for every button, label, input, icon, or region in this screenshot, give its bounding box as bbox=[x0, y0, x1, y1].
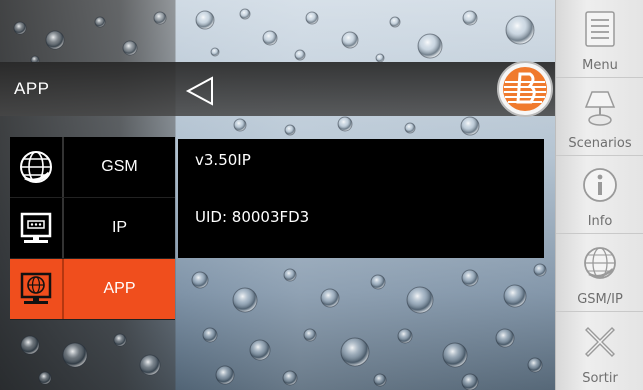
header-bar bbox=[0, 62, 555, 116]
monitor-icon bbox=[20, 212, 52, 243]
info-icon bbox=[583, 168, 617, 202]
lamp-icon bbox=[584, 91, 616, 126]
back-arrow-icon bbox=[185, 76, 213, 106]
sidebar-label: Menu bbox=[582, 58, 618, 73]
menu-item-label: APP bbox=[103, 280, 136, 297]
sidebar-button-info[interactable]: Info bbox=[556, 156, 643, 234]
sidebar-button-scenarios[interactable]: Scenarios bbox=[556, 78, 643, 156]
sidebar-button-menu[interactable]: Menu bbox=[556, 0, 643, 78]
close-x-icon bbox=[585, 326, 615, 357]
uid-text: UID: 80003FD3 bbox=[195, 208, 310, 226]
globe-icon bbox=[20, 151, 52, 183]
brand-logo bbox=[496, 60, 554, 118]
sidebar-button-sortir[interactable]: Sortir bbox=[556, 312, 643, 390]
back-button[interactable] bbox=[180, 72, 220, 110]
menu-item-label: GSM bbox=[101, 158, 138, 175]
sidebar-label: Scenarios bbox=[568, 136, 632, 151]
menu-item-app[interactable]: APP bbox=[10, 259, 175, 320]
version-text: v3.50IP bbox=[195, 151, 251, 169]
menu-item-ip[interactable]: IP bbox=[10, 198, 175, 259]
right-sidebar: Menu Scenarios Info GSM/IP Sortir bbox=[555, 0, 643, 390]
sidebar-button-gsm-ip[interactable]: GSM/IP bbox=[556, 234, 643, 312]
sidebar-label: Sortir bbox=[582, 371, 618, 386]
menu-icon bbox=[585, 11, 615, 47]
page-title: APP bbox=[14, 79, 50, 98]
menu-item-gsm[interactable]: GSM bbox=[10, 137, 175, 198]
sidebar-label: GSM/IP bbox=[577, 292, 623, 307]
app-info-panel: v3.50IP UID: 80003FD3 bbox=[178, 139, 544, 258]
monitor-globe-icon bbox=[20, 272, 52, 304]
logo-icon bbox=[497, 61, 553, 117]
menu-item-label: IP bbox=[111, 219, 128, 236]
sidebar-label: Info bbox=[587, 214, 613, 229]
connection-menu: GSM IP APP bbox=[10, 137, 175, 320]
globe-icon bbox=[584, 247, 616, 279]
screen: APP GSM IP APP v3.50IP UID: 80003FD3 Men… bbox=[0, 0, 643, 390]
